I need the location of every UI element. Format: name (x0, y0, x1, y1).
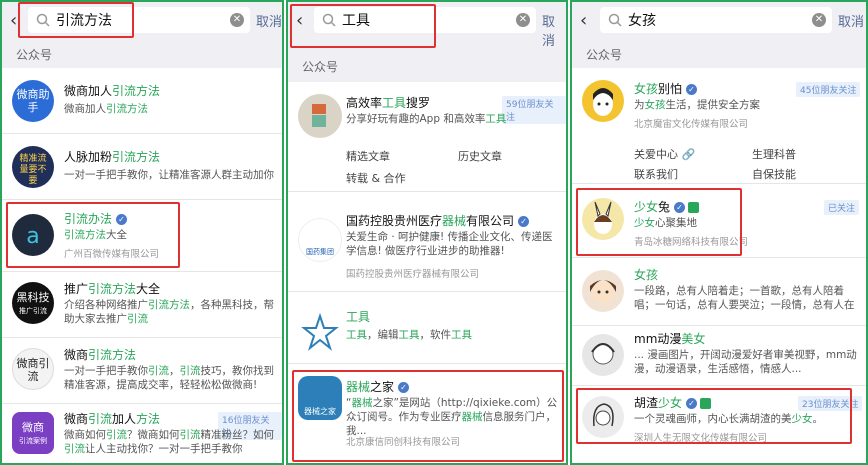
highlight-box (576, 388, 852, 444)
avatar: 精准流量要不要 (12, 146, 54, 188)
item-title: mm动漫美女 (634, 332, 706, 346)
item-desc: 分享好玩有趣的App 和高效率工具 (346, 113, 507, 125)
item-desc: 为女孩生活，提供安全方案 (634, 99, 760, 111)
menu-link[interactable]: 精选文章 (346, 148, 390, 164)
item-desc: 工具，编辑工具，软件工具 (346, 329, 472, 341)
list-item[interactable]: mm动漫美女 ... 漫画图片，开阔动漫爱好者审美视野，mm动漫，动漫语录，生活… (572, 326, 866, 386)
list-item[interactable]: 微商引流 微商引流方法 一对一手把手教你引流，引流技巧，教你找到精准客源，提高成… (2, 338, 282, 404)
verified-icon: ✓ (686, 84, 698, 95)
item-title: 微商引流加人方法 (64, 412, 161, 426)
item-title: 女孩 (634, 268, 659, 282)
menu-link[interactable]: 历史文章 (458, 148, 502, 164)
panel-search-nvhai: ‹ 女孩 ✕ 取消 公众号 女孩别怕 ✓ 45位朋友关注 为女孩生活，提供安全方案… (570, 0, 868, 465)
search-icon (606, 11, 624, 29)
back-icon[interactable]: ‹ (580, 10, 587, 31)
panel-search-yinliu: ‹ 引流方法 ✕ 取消 公众号 微商助手 微商加人引流方法 微商加人引流方法 精… (0, 0, 284, 465)
item-title: 微商加人引流方法 (64, 84, 161, 98)
cancel-button[interactable]: 取消 (838, 11, 864, 30)
menu-link[interactable]: 联系我们 (634, 166, 678, 182)
menu-link[interactable]: 生理科普 (752, 146, 796, 162)
clear-icon[interactable]: ✕ (230, 13, 244, 27)
list-item[interactable]: 工具 工具，编辑工具，软件工具 (288, 298, 566, 364)
panel-search-gongju: ‹ 工具 ✕ 取消 公众号 高效率工具搜罗 59位朋友关注 分享好玩有趣的App… (286, 0, 568, 465)
section-header: 公众号 (572, 38, 866, 68)
highlight-box (6, 202, 180, 268)
item-title: 工具 (346, 310, 371, 324)
avatar: 微商引流 (12, 348, 54, 390)
back-icon[interactable]: ‹ (10, 10, 17, 31)
search-query: 女孩 (628, 13, 656, 29)
item-desc: 介绍各种网络推广引流方法，各种黑科技，帮助大家去推广引流 (64, 299, 274, 325)
list-item[interactable]: 黑科技 推广引流 推广引流方法大全 介绍各种网络推广引流方法，各种黑科技，帮助大家… (2, 272, 282, 338)
avatar (298, 94, 342, 138)
search-bar-area: ‹ 女孩 ✕ 取消 (572, 2, 866, 38)
item-company: 国药控股贵州医疗器械有限公司 (346, 269, 480, 280)
menu-link[interactable]: 关爱中心 🔗 (634, 146, 695, 162)
search-input[interactable]: 女孩 ✕ (600, 7, 832, 33)
link-icon: 🔗 (681, 148, 696, 161)
followed-badge: 已关注 (824, 200, 860, 215)
avatar: 微商助手 (12, 80, 54, 122)
list-item[interactable]: 高效率工具搜罗 59位朋友关注 分享好玩有趣的App 和高效率工具 精选文章 历… (288, 82, 566, 192)
avatar: 微商 引流案例 (12, 412, 54, 454)
avatar: 国药集团 (298, 218, 342, 262)
item-desc: 关爱生命 · 呵护健康! 传播企业文化、传递医学信息! 做医疗行业进步的助推器! (346, 231, 553, 257)
list-item[interactable]: 国药集团 国药控股贵州医疗器械有限公司 ✓ 关爱生命 · 呵护健康! 传播企业文化… (288, 202, 566, 292)
highlight-box (576, 188, 742, 256)
section-header: 公众号 (2, 38, 282, 68)
list-item[interactable]: 微商 引流案例 微商引流加人方法 16位朋友关注 微商如何引流？微商如何引流精准粉… (2, 404, 282, 463)
avatar (582, 270, 624, 312)
avatar (582, 80, 624, 122)
verified-icon: ✓ (518, 216, 530, 227)
list-item[interactable]: 女孩 一段路，总有人陪着走；一首歌，总有人陪着唱；一句话，总有人要哭泣；一段情，… (572, 260, 866, 326)
item-title: 微商引流方法 (64, 348, 137, 362)
item-title: 推广引流方法大全 (64, 282, 161, 296)
item-title: 人脉加粉引流方法 (64, 150, 161, 164)
highlight-box (18, 2, 134, 38)
list-item[interactable]: 精准流量要不要 人脉加粉引流方法 一对一手把手教你，让精准客源人群主动加你 (2, 134, 282, 200)
avatar (582, 334, 624, 376)
item-desc: 一对一手把手教你，让精准客源人群主动加你 (64, 169, 274, 181)
item-desc: ... 漫画图片，开阔动漫爱好者审美视野，mm动漫，动漫语录，生活感悟，情感人.… (634, 349, 857, 375)
item-desc: 一段路，总有人陪着走；一首歌，总有人陪着唱；一句话，总有人要哭泣；一段情，总有人… (634, 285, 855, 311)
item-title: 女孩别怕 ✓ (634, 80, 698, 97)
friends-follow-badge: 59位朋友关注 (502, 96, 566, 124)
cancel-button[interactable]: 取消 (542, 11, 566, 49)
menu-link[interactable]: 自保技能 (752, 166, 796, 182)
highlight-box (292, 370, 564, 462)
item-desc: 微商如何引流？微商如何引流精准粉丝？如何引流让人主动找你？一对一手把手教你 (64, 429, 274, 455)
avatar: 黑科技 推广引流 (12, 282, 54, 324)
list-item[interactable]: 微商助手 微商加人引流方法 微商加人引流方法 (2, 68, 282, 134)
clear-icon[interactable]: ✕ (516, 13, 530, 27)
menu-link[interactable]: 转载 & 合作 (346, 170, 406, 186)
friends-follow-badge: 45位朋友关注 (796, 82, 861, 97)
list-item[interactable]: 女孩别怕 ✓ 45位朋友关注 为女孩生活，提供安全方案 北京魔宙文化传媒有限公司 … (572, 68, 866, 184)
item-company: 北京魔宙文化传媒有限公司 (634, 119, 749, 130)
cancel-button[interactable]: 取消 (256, 11, 282, 30)
highlight-box (290, 4, 436, 48)
item-desc: 一对一手把手教你引流，引流技巧，教你找到精准客源，提高成交率，轻轻松松做微商! (64, 365, 274, 391)
item-title: 国药控股贵州医疗器械有限公司 ✓ (346, 212, 530, 229)
item-desc: 微商加人引流方法 (64, 103, 148, 115)
avatar (298, 310, 342, 354)
section-header: 公众号 (288, 52, 566, 82)
clear-icon[interactable]: ✕ (812, 13, 826, 27)
item-title: 高效率工具搜罗 (346, 96, 431, 110)
